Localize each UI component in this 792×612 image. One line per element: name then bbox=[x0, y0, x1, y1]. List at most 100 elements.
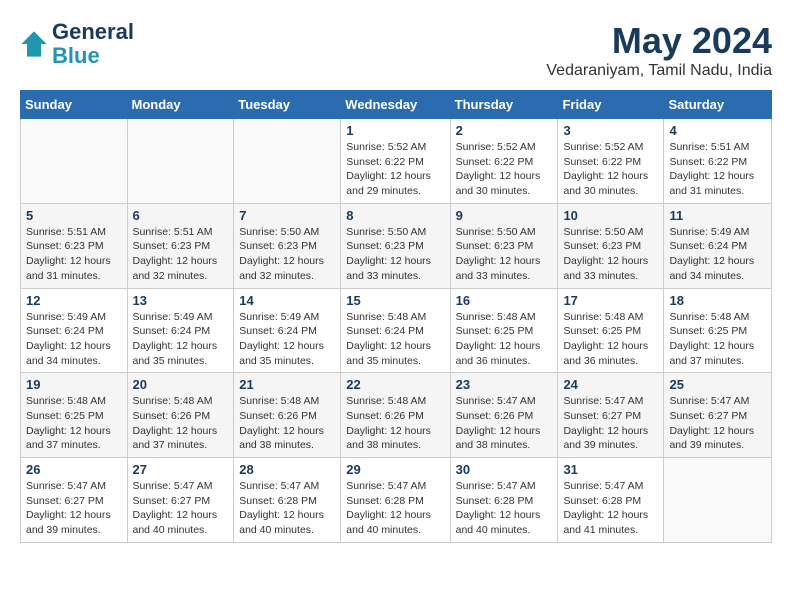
day-info: Sunrise: 5:52 AM Sunset: 6:22 PM Dayligh… bbox=[563, 140, 658, 199]
day-number: 22 bbox=[346, 377, 444, 392]
day-info: Sunrise: 5:50 AM Sunset: 6:23 PM Dayligh… bbox=[239, 225, 335, 284]
day-info: Sunrise: 5:49 AM Sunset: 6:24 PM Dayligh… bbox=[669, 225, 766, 284]
calendar-cell: 6 Sunrise: 5:51 AM Sunset: 6:23 PM Daylig… bbox=[127, 203, 234, 288]
calendar-cell: 11Sunrise: 5:49 AM Sunset: 6:24 PM Dayli… bbox=[664, 203, 772, 288]
day-info: Sunrise: 5:47 AM Sunset: 6:27 PM Dayligh… bbox=[669, 394, 766, 453]
day-number: 7 bbox=[239, 208, 335, 223]
calendar-cell: 16 Sunrise: 5:48 AM Sunset: 6:25 PM Dayli… bbox=[450, 288, 558, 373]
calendar-cell bbox=[664, 458, 772, 543]
day-number: 21 bbox=[239, 377, 335, 392]
week-row-3: 12 Sunrise: 5:49 AM Sunset: 6:24 PM Dayli… bbox=[21, 288, 772, 373]
day-number: 25 bbox=[669, 377, 766, 392]
day-info: Sunrise: 5:52 AM Sunset: 6:22 PM Dayligh… bbox=[346, 140, 444, 199]
calendar-table: SundayMondayTuesdayWednesdayThursdayFrid… bbox=[20, 90, 772, 543]
calendar-cell: 10 Sunrise: 5:50 AM Sunset: 6:23 PM Dayli… bbox=[558, 203, 664, 288]
day-info: Sunrise: 5:51 AM Sunset: 6:23 PM Dayligh… bbox=[133, 225, 229, 284]
calendar-cell: 23 Sunrise: 5:47 AM Sunset: 6:26 PM Dayli… bbox=[450, 373, 558, 458]
calendar-cell: 12 Sunrise: 5:49 AM Sunset: 6:24 PM Dayli… bbox=[21, 288, 128, 373]
day-info: Sunrise: 5:47 AM Sunset: 6:27 PM Dayligh… bbox=[563, 394, 658, 453]
calendar-cell: 31 Sunrise: 5:47 AM Sunset: 6:28 PM Dayli… bbox=[558, 458, 664, 543]
day-number: 8 bbox=[346, 208, 444, 223]
day-number: 10 bbox=[563, 208, 658, 223]
day-info: Sunrise: 5:48 AM Sunset: 6:25 PM Dayligh… bbox=[26, 394, 122, 453]
calendar-cell: 3 Sunrise: 5:52 AM Sunset: 6:22 PM Daylig… bbox=[558, 119, 664, 204]
location: Vedaraniyam, Tamil Nadu, India bbox=[546, 62, 772, 80]
day-header-wednesday: Wednesday bbox=[341, 91, 450, 119]
day-info: Sunrise: 5:50 AM Sunset: 6:23 PM Dayligh… bbox=[456, 225, 553, 284]
day-number: 23 bbox=[456, 377, 553, 392]
logo-text: General Blue bbox=[52, 20, 134, 68]
day-info: Sunrise: 5:47 AM Sunset: 6:26 PM Dayligh… bbox=[456, 394, 553, 453]
day-info: Sunrise: 5:47 AM Sunset: 6:28 PM Dayligh… bbox=[346, 479, 444, 538]
day-info: Sunrise: 5:49 AM Sunset: 6:24 PM Dayligh… bbox=[26, 310, 122, 369]
day-info: Sunrise: 5:48 AM Sunset: 6:26 PM Dayligh… bbox=[239, 394, 335, 453]
day-number: 18 bbox=[669, 293, 766, 308]
day-info: Sunrise: 5:47 AM Sunset: 6:28 PM Dayligh… bbox=[239, 479, 335, 538]
calendar-cell: 29 Sunrise: 5:47 AM Sunset: 6:28 PM Dayli… bbox=[341, 458, 450, 543]
day-info: Sunrise: 5:47 AM Sunset: 6:27 PM Dayligh… bbox=[26, 479, 122, 538]
day-header-saturday: Saturday bbox=[664, 91, 772, 119]
day-number: 19 bbox=[26, 377, 122, 392]
day-number: 15 bbox=[346, 293, 444, 308]
calendar-cell bbox=[127, 119, 234, 204]
day-info: Sunrise: 5:47 AM Sunset: 6:28 PM Dayligh… bbox=[563, 479, 658, 538]
day-info: Sunrise: 5:48 AM Sunset: 6:25 PM Dayligh… bbox=[563, 310, 658, 369]
day-info: Sunrise: 5:47 AM Sunset: 6:27 PM Dayligh… bbox=[133, 479, 229, 538]
day-number: 14 bbox=[239, 293, 335, 308]
calendar-cell: 9 Sunrise: 5:50 AM Sunset: 6:23 PM Daylig… bbox=[450, 203, 558, 288]
day-number: 26 bbox=[26, 462, 122, 477]
day-number: 16 bbox=[456, 293, 553, 308]
day-number: 13 bbox=[133, 293, 229, 308]
week-row-1: 1Sunrise: 5:52 AM Sunset: 6:22 PM Daylig… bbox=[21, 119, 772, 204]
day-number: 12 bbox=[26, 293, 122, 308]
day-number: 2 bbox=[456, 123, 553, 138]
day-info: Sunrise: 5:48 AM Sunset: 6:25 PM Dayligh… bbox=[456, 310, 553, 369]
day-number: 29 bbox=[346, 462, 444, 477]
week-row-4: 19 Sunrise: 5:48 AM Sunset: 6:25 PM Dayli… bbox=[21, 373, 772, 458]
calendar-cell: 7 Sunrise: 5:50 AM Sunset: 6:23 PM Daylig… bbox=[234, 203, 341, 288]
calendar-cell: 27 Sunrise: 5:47 AM Sunset: 6:27 PM Dayli… bbox=[127, 458, 234, 543]
day-info: Sunrise: 5:49 AM Sunset: 6:24 PM Dayligh… bbox=[133, 310, 229, 369]
day-number: 5 bbox=[26, 208, 122, 223]
title-block: May 2024 Vedaraniyam, Tamil Nadu, India bbox=[546, 20, 772, 80]
day-info: Sunrise: 5:48 AM Sunset: 6:26 PM Dayligh… bbox=[346, 394, 444, 453]
day-info: Sunrise: 5:50 AM Sunset: 6:23 PM Dayligh… bbox=[346, 225, 444, 284]
day-info: Sunrise: 5:48 AM Sunset: 6:25 PM Dayligh… bbox=[669, 310, 766, 369]
day-number: 3 bbox=[563, 123, 658, 138]
day-header-sunday: Sunday bbox=[21, 91, 128, 119]
day-header-friday: Friday bbox=[558, 91, 664, 119]
day-number: 30 bbox=[456, 462, 553, 477]
month-title: May 2024 bbox=[546, 20, 772, 62]
calendar-cell: 25 Sunrise: 5:47 AM Sunset: 6:27 PM Dayli… bbox=[664, 373, 772, 458]
week-row-5: 26 Sunrise: 5:47 AM Sunset: 6:27 PM Dayli… bbox=[21, 458, 772, 543]
day-info: Sunrise: 5:51 AM Sunset: 6:23 PM Dayligh… bbox=[26, 225, 122, 284]
calendar-cell: 21 Sunrise: 5:48 AM Sunset: 6:26 PM Dayli… bbox=[234, 373, 341, 458]
calendar-cell: 4 Sunrise: 5:51 AM Sunset: 6:22 PM Daylig… bbox=[664, 119, 772, 204]
calendar-cell: 13 Sunrise: 5:49 AM Sunset: 6:24 PM Dayli… bbox=[127, 288, 234, 373]
calendar-cell: 14 Sunrise: 5:49 AM Sunset: 6:24 PM Dayli… bbox=[234, 288, 341, 373]
day-number: 27 bbox=[133, 462, 229, 477]
day-number: 31 bbox=[563, 462, 658, 477]
page-header: General Blue May 2024 Vedaraniyam, Tamil… bbox=[20, 20, 772, 80]
day-number: 4 bbox=[669, 123, 766, 138]
day-info: Sunrise: 5:51 AM Sunset: 6:22 PM Dayligh… bbox=[669, 140, 766, 199]
day-number: 24 bbox=[563, 377, 658, 392]
day-info: Sunrise: 5:47 AM Sunset: 6:28 PM Dayligh… bbox=[456, 479, 553, 538]
day-number: 20 bbox=[133, 377, 229, 392]
calendar-cell: 28Sunrise: 5:47 AM Sunset: 6:28 PM Dayli… bbox=[234, 458, 341, 543]
calendar-cell: 1Sunrise: 5:52 AM Sunset: 6:22 PM Daylig… bbox=[341, 119, 450, 204]
calendar-cell: 5 Sunrise: 5:51 AM Sunset: 6:23 PM Daylig… bbox=[21, 203, 128, 288]
calendar-cell bbox=[234, 119, 341, 204]
day-number: 17 bbox=[563, 293, 658, 308]
calendar-cell: 18 Sunrise: 5:48 AM Sunset: 6:25 PM Dayli… bbox=[664, 288, 772, 373]
day-info: Sunrise: 5:49 AM Sunset: 6:24 PM Dayligh… bbox=[239, 310, 335, 369]
day-info: Sunrise: 5:52 AM Sunset: 6:22 PM Dayligh… bbox=[456, 140, 553, 199]
calendar-cell: 15Sunrise: 5:48 AM Sunset: 6:24 PM Dayli… bbox=[341, 288, 450, 373]
day-number: 6 bbox=[133, 208, 229, 223]
calendar-cell: 20Sunrise: 5:48 AM Sunset: 6:26 PM Dayli… bbox=[127, 373, 234, 458]
calendar-cell: 22 Sunrise: 5:48 AM Sunset: 6:26 PM Dayli… bbox=[341, 373, 450, 458]
calendar-cell: 8 Sunrise: 5:50 AM Sunset: 6:23 PM Daylig… bbox=[341, 203, 450, 288]
day-number: 9 bbox=[456, 208, 553, 223]
day-header-monday: Monday bbox=[127, 91, 234, 119]
day-info: Sunrise: 5:50 AM Sunset: 6:23 PM Dayligh… bbox=[563, 225, 658, 284]
